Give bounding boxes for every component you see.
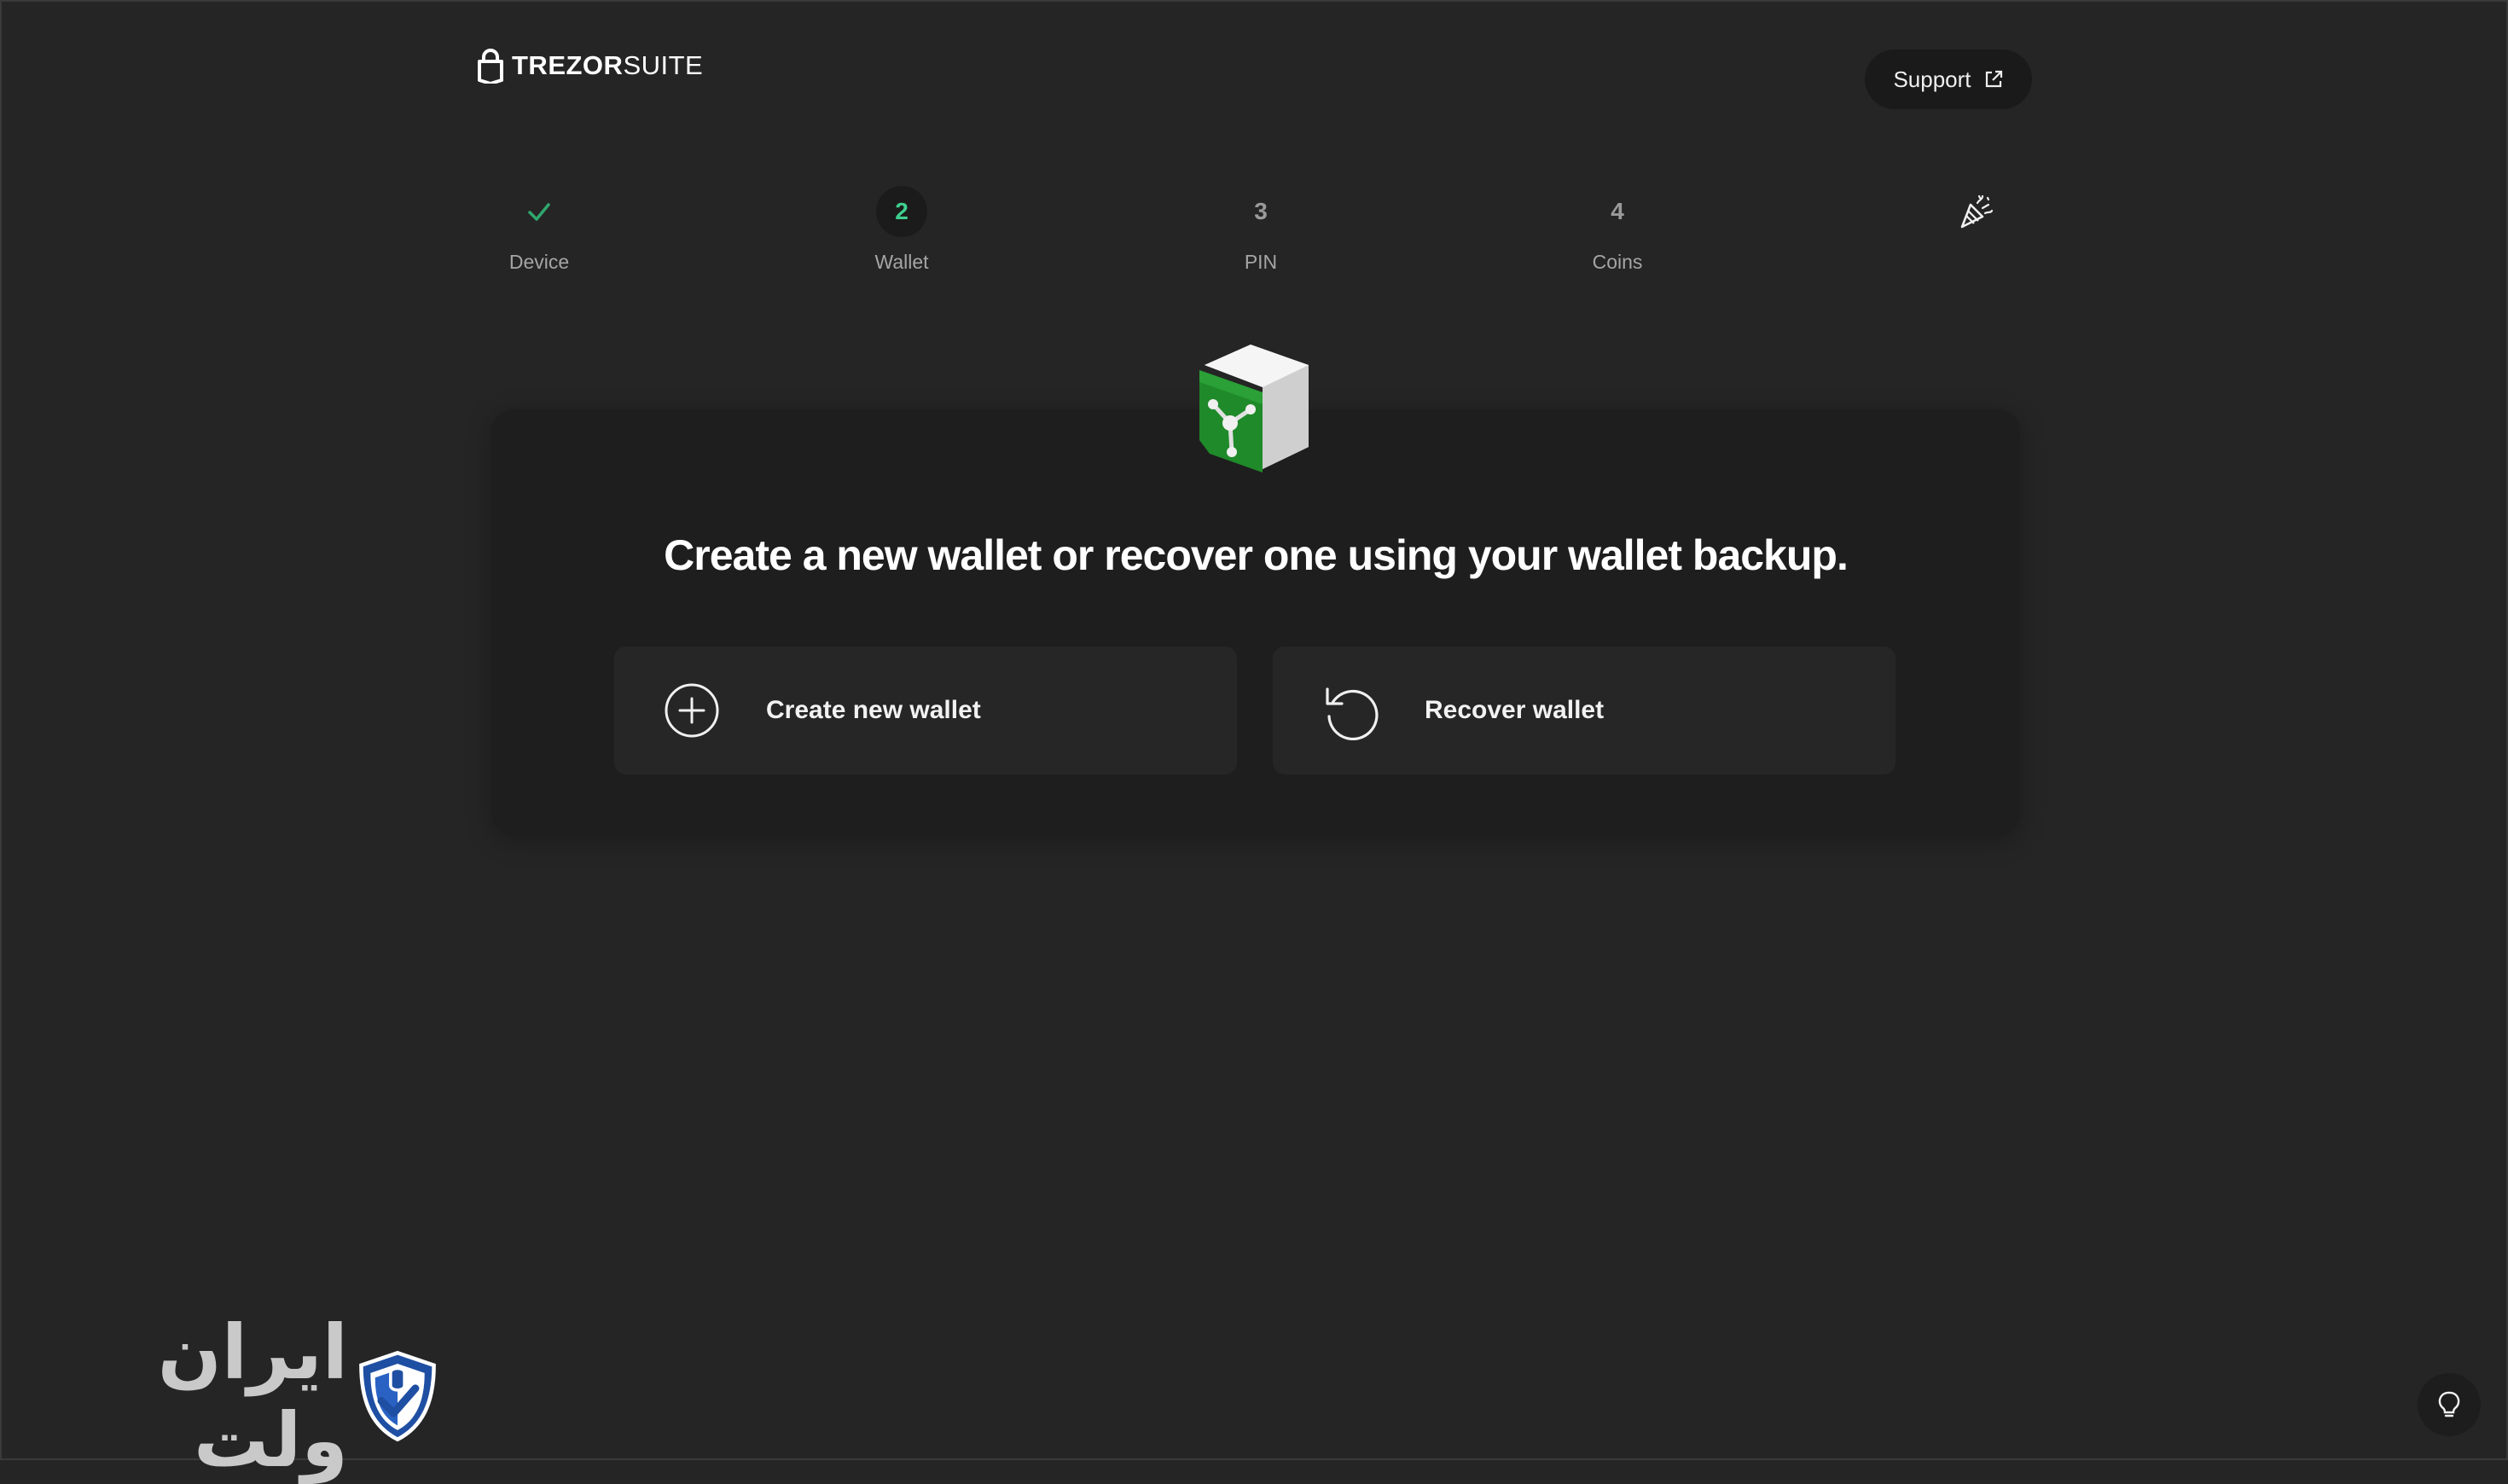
step-number-wallet: 2	[876, 186, 927, 237]
step-pin: 3 PIN	[1176, 186, 1346, 274]
step-label-coins: Coins	[1592, 251, 1643, 273]
recover-wallet-label: Recover wallet	[1425, 696, 1605, 724]
app-window: TREZORSUITE Support Device 2 Wallet 3 PI…	[0, 0, 2508, 1484]
tips-button[interactable]	[2418, 1373, 2481, 1436]
shield-check-icon	[359, 1350, 436, 1442]
page-headline: Create a new wallet or recover one using…	[664, 531, 1849, 579]
step-device: Device	[454, 186, 624, 274]
step-coins: 4 Coins	[1532, 186, 1703, 274]
onboarding-stepper: Device 2 Wallet 3 PIN 4 Coins	[2, 2, 2506, 292]
step-final	[1890, 186, 2061, 237]
step-label-wallet: Wallet	[874, 251, 929, 273]
lightbulb-icon	[2438, 1391, 2460, 1417]
wallet-cube-illustration	[1199, 345, 1309, 472]
step-wallet: 2 Wallet	[816, 186, 987, 274]
check-icon	[514, 186, 565, 237]
step-number-coins: 4	[1611, 198, 1624, 224]
step-label-pin: PIN	[1244, 251, 1278, 273]
party-popper-icon	[1950, 186, 2001, 237]
create-new-wallet-button[interactable]: Create new wallet	[614, 646, 1237, 774]
plus-circle-icon	[662, 681, 722, 740]
recover-arrow-icon	[1321, 681, 1380, 740]
step-label-device: Device	[508, 251, 570, 273]
create-new-wallet-label: Create new wallet	[766, 696, 981, 724]
recover-wallet-button[interactable]: Recover wallet	[1273, 646, 1896, 774]
iranwallet-watermark: ایران ولت	[12, 1308, 438, 1484]
step-number-pin: 3	[1254, 198, 1268, 224]
watermark-text: ایران ولت	[157, 1308, 348, 1484]
